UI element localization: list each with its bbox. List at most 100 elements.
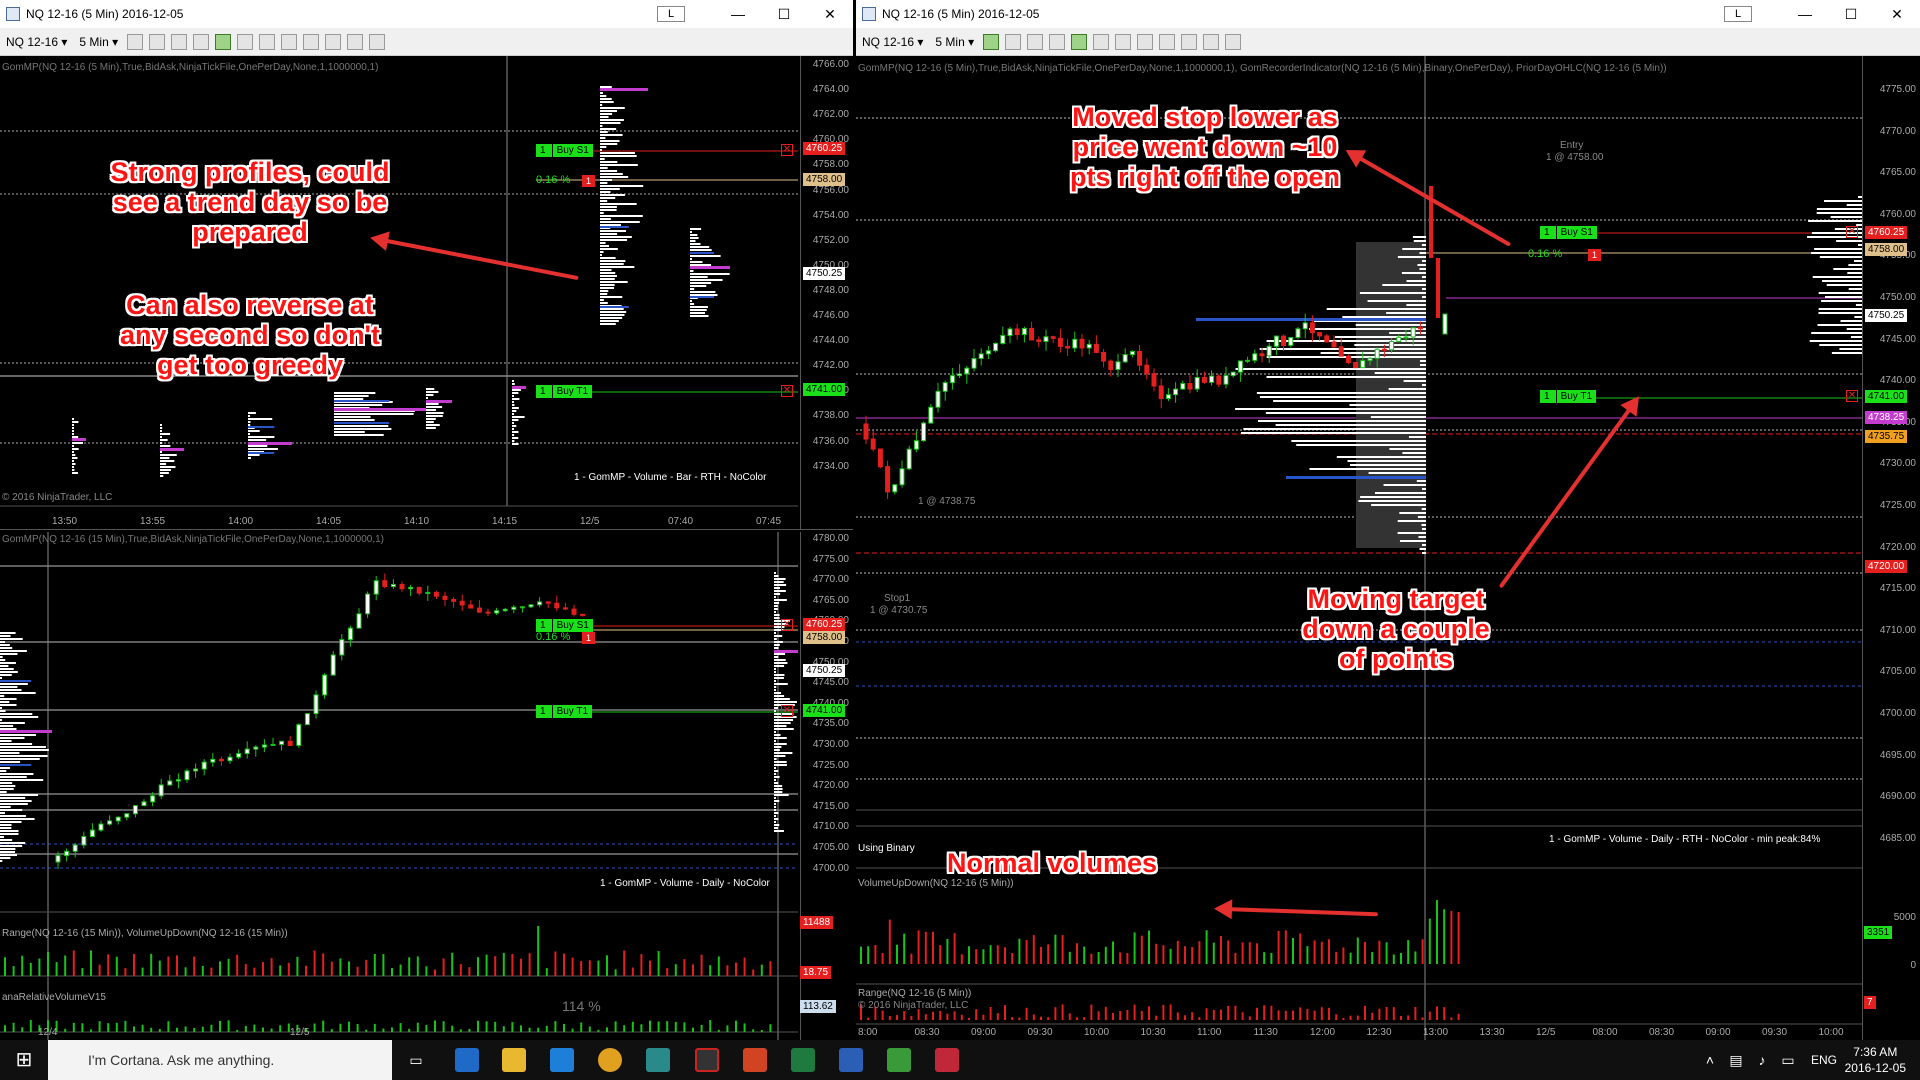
volume-profile-bar bbox=[1417, 264, 1426, 266]
red-app-icon[interactable] bbox=[935, 1048, 959, 1072]
properties-icon[interactable] bbox=[259, 33, 276, 50]
volume-bar bbox=[1004, 947, 1006, 964]
close-icon[interactable]: ✕ bbox=[1874, 6, 1920, 23]
clock[interactable]: 7:36 AM 2016-12-05 bbox=[1845, 1044, 1906, 1076]
volume-profile-bar bbox=[160, 430, 162, 432]
grid-icon[interactable] bbox=[1049, 33, 1066, 50]
snapshot-icon[interactable] bbox=[325, 33, 342, 50]
buy-t1-order[interactable]: 1 Buy T1 bbox=[1540, 390, 1597, 403]
edge-icon[interactable] bbox=[550, 1048, 574, 1072]
magic-wand-icon[interactable] bbox=[1027, 33, 1044, 50]
pencil-icon[interactable] bbox=[1005, 33, 1022, 50]
instrument-selector[interactable]: NQ 12-16 ▾ bbox=[856, 35, 929, 49]
buy-t1-order[interactable]: 1 Buy T1 bbox=[536, 705, 593, 718]
magic-wand-icon[interactable] bbox=[171, 33, 188, 50]
page-icon[interactable] bbox=[1225, 33, 1242, 50]
volume-profile-bar bbox=[1349, 404, 1426, 406]
start-button[interactable]: ⊞ bbox=[0, 1040, 48, 1080]
buy-t1-order[interactable]: 1 Buy T1 bbox=[536, 385, 593, 398]
language-indicator[interactable]: ENG bbox=[1806, 1040, 1842, 1080]
cancel-order-icon[interactable]: ✕ bbox=[781, 619, 793, 631]
volume-profile-bar bbox=[1412, 236, 1426, 238]
data-box-icon[interactable] bbox=[237, 33, 254, 50]
volume-bar bbox=[167, 956, 170, 976]
green-app-icon[interactable] bbox=[887, 1048, 911, 1072]
zoom-icon[interactable] bbox=[303, 33, 320, 50]
cursor-icon[interactable] bbox=[281, 33, 298, 50]
buy-s1-order[interactable]: 1 Buy S1 bbox=[536, 144, 593, 157]
pencil-icon[interactable] bbox=[149, 33, 166, 50]
minimize-icon[interactable]: — bbox=[715, 6, 761, 22]
price-tick: 4710.00 bbox=[1879, 624, 1916, 636]
minimize-icon[interactable]: — bbox=[1782, 6, 1828, 22]
right-chart-panel[interactable]: GomMP(NQ 12-16 (5 Min),True,BidAsk,Ninja… bbox=[856, 56, 1920, 1040]
close-icon[interactable]: ✕ bbox=[807, 6, 853, 23]
time-label: 08:30 bbox=[914, 1027, 940, 1038]
left-title-bar[interactable]: NQ 12-16 (5 Min) 2016-12-05 L — ☐ ✕ bbox=[0, 0, 853, 28]
bars-icon[interactable] bbox=[983, 33, 1000, 50]
copy-icon[interactable] bbox=[347, 33, 364, 50]
cursor-icon[interactable] bbox=[1137, 33, 1154, 50]
right-link-button[interactable]: L bbox=[1724, 6, 1752, 22]
word-icon[interactable] bbox=[839, 1048, 863, 1072]
bottom-left-chart-panel[interactable]: GomMP(NQ 12-16 (15 Min),True,BidAsk,Ninj… bbox=[0, 532, 853, 1040]
network-icon[interactable]: ▤ bbox=[1726, 1040, 1746, 1080]
volume-profile-bar bbox=[1422, 552, 1426, 554]
candle bbox=[1309, 322, 1315, 334]
chevron-up-icon[interactable]: ˄ bbox=[1700, 1040, 1720, 1080]
volume-profile-bar bbox=[0, 788, 14, 790]
line-tool-icon[interactable] bbox=[127, 33, 144, 50]
data-box-icon[interactable] bbox=[1093, 33, 1110, 50]
outlook-icon[interactable] bbox=[455, 1048, 479, 1072]
volume-icon[interactable]: ♪ bbox=[1752, 1040, 1772, 1080]
candle bbox=[1021, 327, 1027, 336]
volume-bar bbox=[1155, 943, 1158, 964]
maximize-icon[interactable]: ☐ bbox=[1828, 6, 1874, 23]
candle bbox=[296, 724, 302, 746]
task-view-icon[interactable]: ▭ bbox=[400, 1040, 432, 1080]
candle bbox=[580, 613, 586, 616]
volume-profile-bar bbox=[160, 424, 162, 426]
zoom-icon[interactable] bbox=[1159, 33, 1176, 50]
cortana-search-input[interactable]: I'm Cortana. Ask me anything. bbox=[48, 1040, 392, 1080]
bars-icon[interactable] bbox=[1071, 33, 1088, 50]
maximize-icon[interactable]: ☐ bbox=[761, 6, 807, 23]
position-qty-box: 1 bbox=[1588, 249, 1601, 261]
volume-profile-bar bbox=[600, 266, 635, 268]
cancel-order-icon[interactable]: ✕ bbox=[1846, 226, 1858, 238]
range-bar bbox=[1148, 1006, 1150, 1020]
left-link-button[interactable]: L bbox=[657, 6, 685, 22]
powerpoint-icon[interactable] bbox=[743, 1048, 767, 1072]
relative-volume-bar bbox=[416, 1022, 419, 1032]
properties-icon[interactable] bbox=[1115, 33, 1132, 50]
right-title-bar[interactable]: NQ 12-16 (5 Min) 2016-12-05 L — ☐ ✕ bbox=[856, 0, 1920, 28]
cancel-order-icon[interactable]: ✕ bbox=[781, 144, 793, 156]
cancel-order-icon[interactable]: ✕ bbox=[1846, 390, 1858, 402]
period-selector[interactable]: 5 Min ▾ bbox=[73, 35, 124, 49]
ninjatrader-icon[interactable] bbox=[695, 1048, 719, 1072]
relative-volume-bar bbox=[29, 1020, 32, 1032]
volume-bar bbox=[606, 955, 608, 976]
instrument-selector[interactable]: NQ 12-16 ▾ bbox=[0, 35, 73, 49]
file-explorer-icon[interactable] bbox=[502, 1048, 526, 1072]
taskbar: ⊞ I'm Cortana. Ask me anything. ▭ ˄ ▤ ♪ … bbox=[0, 1040, 1920, 1080]
candle bbox=[399, 584, 405, 590]
chrome-icon[interactable] bbox=[598, 1048, 622, 1072]
snapshot-icon[interactable] bbox=[1181, 33, 1198, 50]
cancel-order-icon[interactable]: ✕ bbox=[781, 385, 793, 397]
candle bbox=[81, 836, 87, 846]
trading-app-icon[interactable] bbox=[646, 1048, 670, 1072]
buy-s1-order[interactable]: 1 Buy S1 bbox=[1540, 226, 1597, 239]
excel-icon[interactable] bbox=[791, 1048, 815, 1072]
range-value-tag: 18.75 bbox=[800, 966, 832, 979]
period-selector[interactable]: 5 Min ▾ bbox=[929, 35, 980, 49]
bars-icon[interactable] bbox=[215, 33, 232, 50]
volume-bar bbox=[133, 954, 135, 976]
range-bar bbox=[1025, 1007, 1028, 1020]
value-area-bar bbox=[0, 680, 32, 682]
keyboard-icon[interactable]: ▭ bbox=[1778, 1040, 1798, 1080]
copy-icon[interactable] bbox=[1203, 33, 1220, 50]
grid-icon[interactable] bbox=[193, 33, 210, 50]
cancel-order-icon[interactable]: ✕ bbox=[781, 705, 793, 717]
page-icon[interactable] bbox=[369, 33, 386, 50]
